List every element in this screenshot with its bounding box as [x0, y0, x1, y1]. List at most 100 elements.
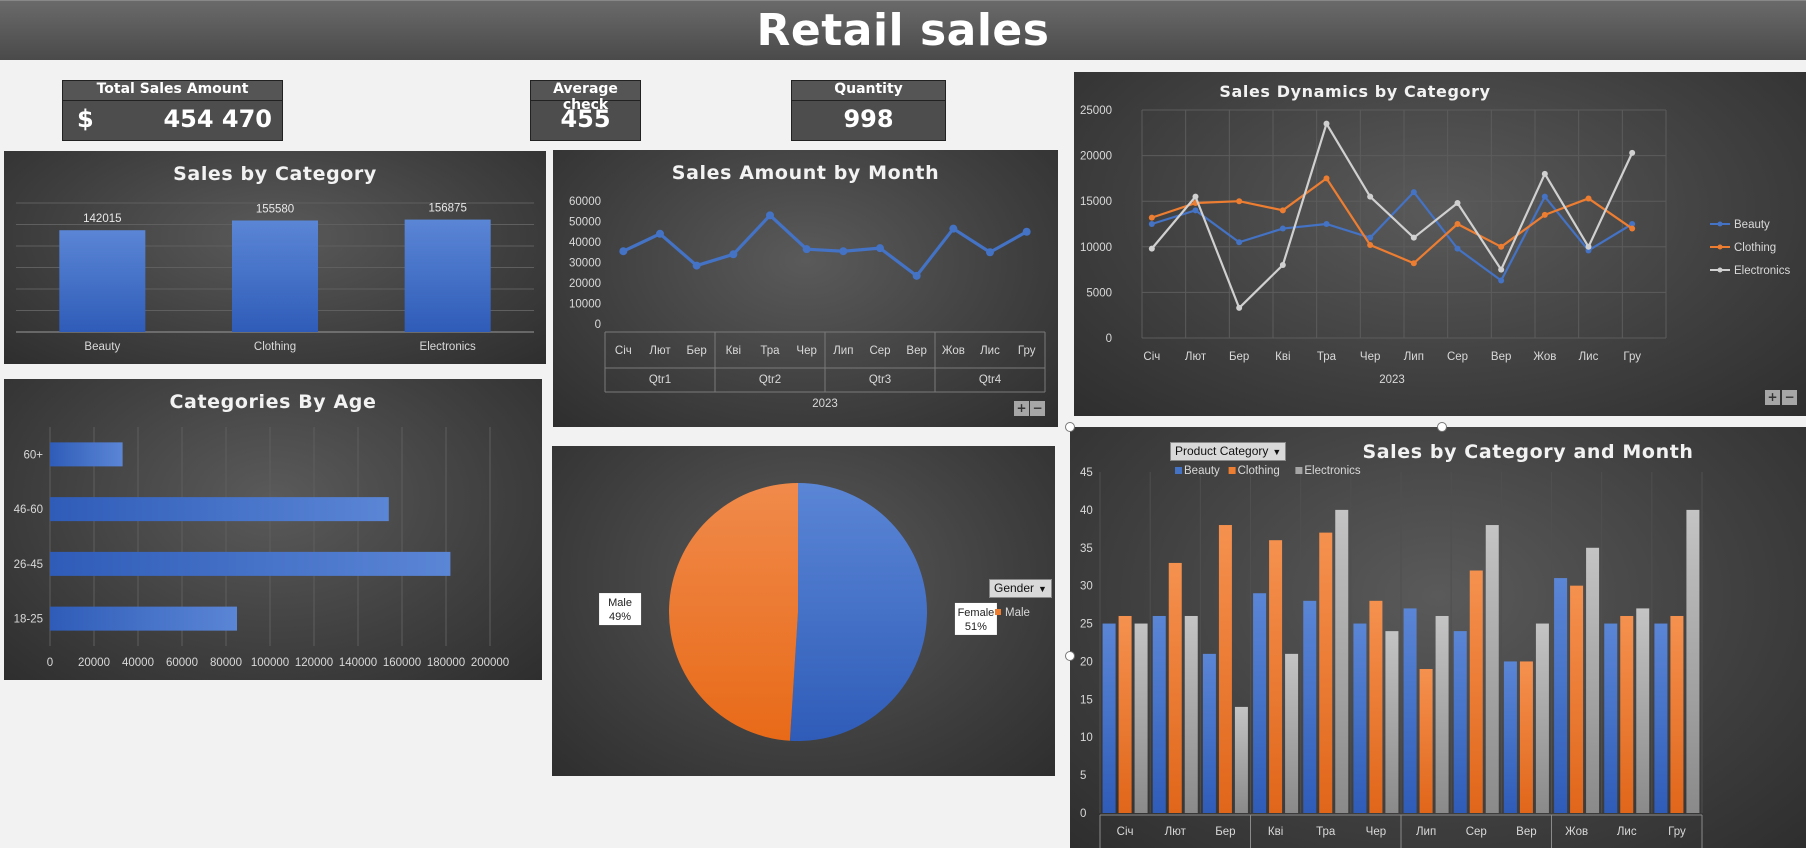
y-tick-label: 5000 [1086, 287, 1112, 299]
month-tick-label: Лис [980, 345, 1000, 357]
y-tick-label: 15000 [1080, 196, 1112, 208]
legend-label: Clothing [1238, 465, 1280, 477]
sales-by-category-plot: 142015 Beauty 155580 Clothing 156875 Electron… [16, 202, 534, 353]
month-tick-label: Бер [1215, 826, 1235, 838]
product-category-filter-dropdown[interactable]: Product Category ▼ [1170, 442, 1287, 461]
month-tick-label: Жов [1565, 826, 1588, 838]
kpi-average-check: Average check 455 [530, 80, 641, 141]
gender-filter-dropdown[interactable]: Gender ▼ [989, 579, 1052, 598]
bar-electronics [1184, 615, 1198, 813]
month-tick-label: Чер [796, 345, 816, 357]
chart-sales-amount-by-month[interactable]: Sales Amount by Month 0 10000 20000 30000 40… [553, 150, 1058, 427]
bar-beauty [1554, 578, 1568, 813]
y-tick-label: 30 [1080, 581, 1093, 593]
expand-field-button[interactable]: + [1765, 390, 1780, 405]
data-point [1279, 262, 1286, 269]
chart-gender-pie[interactable]: Female51%FemaleMale49%Male Gender▼ [552, 446, 1055, 776]
legend-label: Clothing [1734, 242, 1776, 254]
resize-handle[interactable] [1437, 422, 1447, 432]
month-tick-label: Тра [760, 345, 780, 357]
collapse-field-button[interactable]: − [1782, 390, 1797, 405]
month-tick-label: Лип [1404, 351, 1424, 363]
month-tick-label: Кві [1275, 351, 1290, 363]
series-line [622, 213, 1028, 278]
data-point [1192, 193, 1199, 200]
data-label: 51% [965, 621, 987, 633]
y-tick-label: 25 [1080, 619, 1093, 631]
y-tick-label: 10 [1080, 732, 1093, 744]
data-label: 49% [609, 611, 631, 623]
data-point [1541, 211, 1548, 218]
x-tick-label: 160000 [383, 657, 421, 669]
x-tick-label: 60000 [166, 657, 198, 669]
chevron-down-icon: ▼ [1272, 447, 1282, 457]
pie-slice-male [669, 483, 798, 741]
month-tick-label: Вер [1491, 351, 1511, 363]
chart-sales-dynamics[interactable]: Sales Dynamics by Category 0 5000 10000 150… [1074, 72, 1806, 416]
bar-clothing [1168, 562, 1182, 813]
y-tick-label: 0 [1080, 808, 1086, 820]
y-tick-label: 40 [1080, 505, 1093, 517]
month-tick-label: Вер [1516, 826, 1536, 838]
data-point [692, 261, 701, 270]
month-tick-label: Гру [1623, 351, 1641, 363]
bar-clothing [1620, 615, 1634, 813]
data-point [1148, 245, 1155, 252]
y-tick-label: 5 [1080, 770, 1086, 782]
resize-handle[interactable] [1065, 651, 1075, 661]
data-label: Female [958, 607, 995, 619]
data-label: 156875 [428, 203, 466, 215]
data-point [949, 224, 958, 233]
data-point [1454, 221, 1461, 227]
category-label: 26-45 [14, 559, 43, 571]
bar-clothing [1670, 615, 1684, 813]
month-tick-label: Лип [833, 345, 853, 357]
bar [50, 442, 123, 467]
month-tick-label: Лют [1185, 351, 1207, 363]
bar [404, 219, 491, 332]
resize-handle[interactable] [1065, 422, 1075, 432]
bar-clothing [1118, 615, 1132, 813]
bar-beauty [1102, 623, 1116, 813]
bar-beauty [1253, 593, 1267, 813]
bar-electronics [1385, 631, 1399, 813]
chart-categories-by-age[interactable]: Categories By Age 0 20000 40000 60000 80000 1… [4, 379, 542, 680]
chart-sales-by-category[interactable]: Sales by Category 142015 Beauty 155580 Clot… [4, 151, 546, 364]
data-point [1022, 227, 1031, 236]
kpi-average-check-label: Average check [531, 81, 640, 113]
bar-clothing [1469, 570, 1483, 813]
bar-clothing [1218, 525, 1232, 813]
y-tick-label: 30000 [569, 258, 601, 270]
month-tick-label: Сер [1447, 351, 1468, 363]
bar-electronics [1285, 653, 1299, 813]
bar-electronics [1335, 509, 1349, 813]
bar-beauty [1604, 623, 1618, 813]
month-tick-label: Бер [1229, 351, 1249, 363]
data-point [1236, 198, 1243, 205]
gender-pie-plot: Female51%FemaleMale49%Male [599, 483, 1043, 741]
kpi-quantity: Quantity 998 [791, 80, 946, 141]
bar-beauty [1303, 600, 1317, 813]
bar-beauty [1202, 653, 1216, 813]
month-tick-label: Гру [1668, 826, 1686, 838]
bar-beauty [1654, 623, 1668, 813]
sales-by-month-plot: 0 10000 20000 30000 40000 50000 60000 Січ Лют Бер… [569, 196, 1046, 410]
y-tick-label: 35 [1080, 543, 1093, 555]
category-label: Clothing [254, 341, 296, 353]
month-tick-label: Гру [1018, 345, 1036, 357]
data-point [1323, 221, 1330, 227]
data-point [986, 248, 994, 257]
month-tick-label: Січ [1143, 351, 1160, 363]
category-label: 18-25 [14, 614, 43, 626]
expand-field-button[interactable]: + [1014, 401, 1029, 416]
month-tick-label: Чер [1366, 826, 1386, 838]
bar-beauty [1453, 631, 1467, 813]
chart-sales-by-category-and-month[interactable]: Sales by Category and Month 0 5 10 15 20 25 30… [1070, 427, 1806, 848]
data-point [1454, 245, 1461, 252]
month-tick-label: Жов [1533, 351, 1556, 363]
collapse-field-button[interactable]: − [1030, 401, 1045, 416]
bar [50, 551, 451, 576]
sales-dynamics-plot: 0 5000 10000 15000 20000 25000 Січ Лют Бер Кві Тра… [1080, 105, 1790, 386]
chevron-down-icon: ▼ [1038, 584, 1047, 594]
bar-electronics [1686, 509, 1700, 813]
